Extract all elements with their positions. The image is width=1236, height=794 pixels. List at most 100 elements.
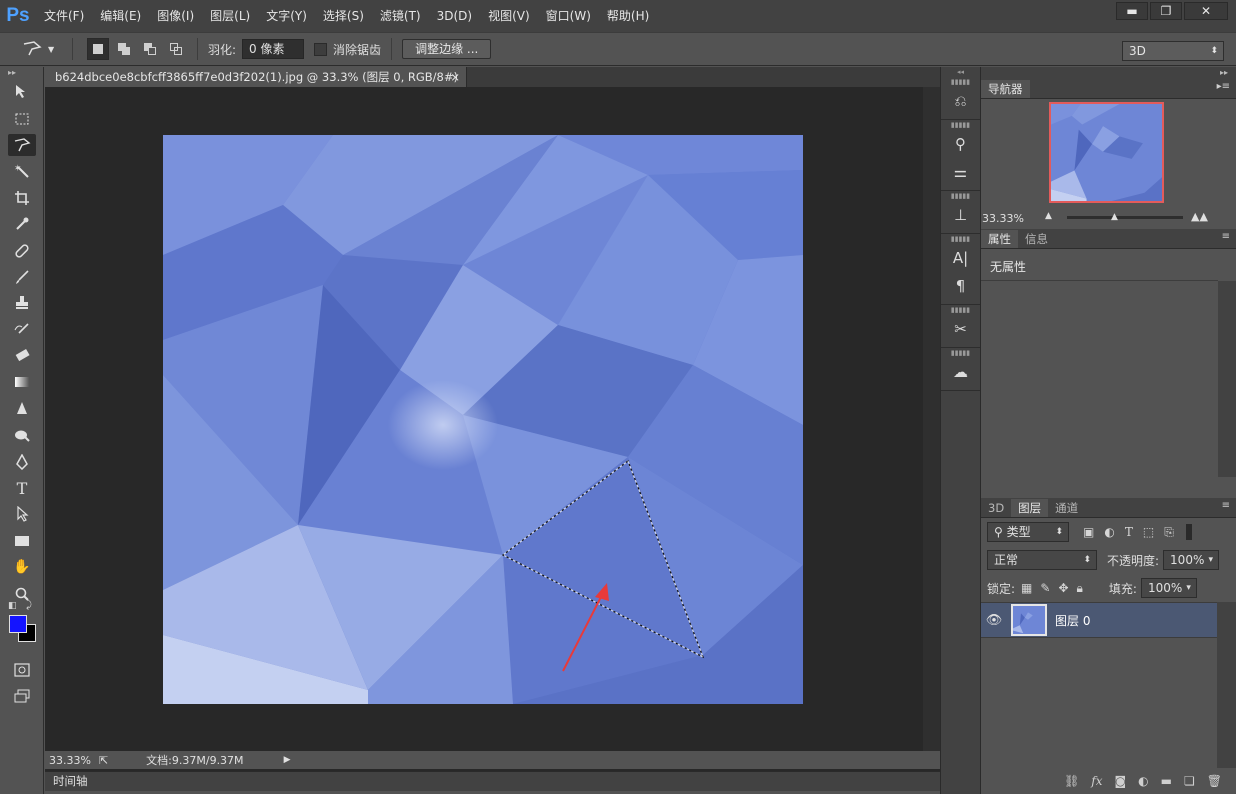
lasso-tool[interactable] <box>0 132 44 158</box>
intersect-selection-button[interactable] <box>165 38 187 60</box>
character-icon[interactable]: A| <box>941 244 980 272</box>
menu-type[interactable]: 文字(Y) <box>258 0 315 32</box>
new-group-icon[interactable]: ▬ <box>1161 774 1172 788</box>
menu-3d[interactable]: 3D(D) <box>429 0 480 32</box>
refine-edge-button[interactable]: 调整边缘 ... <box>402 39 492 59</box>
panel-grip-icon[interactable]: ▸▸ <box>0 67 43 79</box>
hand-tool[interactable]: ✋ <box>0 554 44 580</box>
add-mask-icon[interactable]: ◙ <box>1115 774 1127 788</box>
link-layers-icon[interactable]: ⛓ <box>1064 774 1079 788</box>
lock-position-icon[interactable]: ✥ <box>1058 581 1068 595</box>
tab-info[interactable]: 信息 <box>1018 230 1055 248</box>
close-button[interactable]: ✕ <box>1184 2 1228 20</box>
menu-select[interactable]: 选择(S) <box>315 0 372 32</box>
feather-input[interactable]: 0 像素 <box>242 39 305 59</box>
zoom-in-icon[interactable]: ▲▲ <box>1191 210 1208 223</box>
filter-shape-icon[interactable]: ⬚ <box>1143 525 1154 539</box>
blur-tool[interactable] <box>0 396 44 422</box>
navigator-zoom-slider[interactable] <box>1067 216 1183 219</box>
menu-layer[interactable]: 图层(L) <box>202 0 258 32</box>
maximize-button[interactable]: ❐ <box>1150 2 1182 20</box>
brush-presets-icon[interactable]: ⚲ <box>941 130 980 158</box>
adjustments-icon[interactable]: ⚌ <box>941 158 980 186</box>
filter-adjustment-icon[interactable]: ◐ <box>1104 525 1114 539</box>
menu-filter[interactable]: 滤镜(T) <box>372 0 429 32</box>
healing-brush-tool[interactable] <box>0 237 44 263</box>
lock-all-icon[interactable]: 🔒︎ <box>1077 581 1083 596</box>
export-icon[interactable]: ⇱ <box>99 754 108 767</box>
swap-colors-icon[interactable]: ⤸ <box>26 600 32 611</box>
move-tool[interactable] <box>0 79 44 105</box>
timeline-panel-tab[interactable]: 时间轴 <box>45 771 940 791</box>
layer-row[interactable]: 👁︎ 图层 0 <box>981 602 1217 638</box>
foreground-color[interactable] <box>9 614 27 633</box>
path-selection-tool[interactable] <box>0 501 44 527</box>
lock-transparent-icon[interactable]: ▦ <box>1021 581 1032 595</box>
tab-properties[interactable]: 属性 <box>981 230 1018 248</box>
dodge-tool[interactable] <box>0 422 44 448</box>
paragraph-icon[interactable]: ¶ <box>941 272 980 300</box>
document-tab[interactable]: b624dbce0e8cbfcff3865ff7e0d3f202(1).jpg … <box>45 67 467 104</box>
opacity-input[interactable]: 100% ▾ <box>1163 550 1220 570</box>
fill-input[interactable]: 100% ▾ <box>1140 578 1197 598</box>
brush-tool[interactable] <box>0 264 44 290</box>
tool-preset-picker[interactable]: ▼ <box>22 37 62 61</box>
new-selection-button[interactable] <box>87 38 109 60</box>
default-colors-icon[interactable]: ◧ <box>8 601 17 611</box>
panel-menu-icon[interactable]: ≡ <box>1222 231 1230 242</box>
close-tab-icon[interactable]: × <box>450 67 460 87</box>
type-tool[interactable]: T <box>0 475 44 501</box>
menu-file[interactable]: 文件(F) <box>36 0 92 32</box>
tab-layers[interactable]: 图层 <box>1011 499 1049 517</box>
gradient-tool[interactable] <box>0 369 44 395</box>
minimize-button[interactable]: ▬ <box>1116 2 1148 20</box>
menu-window[interactable]: 窗口(W) <box>538 0 599 32</box>
blend-mode-select[interactable]: 正常 ⬍ <box>987 550 1097 570</box>
pen-tool[interactable] <box>0 448 44 474</box>
layers-scrollbar[interactable] <box>1217 602 1236 768</box>
filter-pixel-icon[interactable]: ▣ <box>1083 525 1094 539</box>
quick-mask-button[interactable] <box>0 657 44 683</box>
menu-image[interactable]: 图像(I) <box>149 0 202 32</box>
tool-presets-icon[interactable]: ✂ <box>941 315 980 343</box>
zoom-out-icon[interactable]: ▲ <box>1045 211 1052 221</box>
clone-stamp-tool[interactable] <box>0 290 44 316</box>
filter-toggle[interactable] <box>1185 524 1192 540</box>
tab-channels[interactable]: 通道 <box>1048 499 1085 517</box>
tab-navigator[interactable]: 导航器 <box>981 80 1030 98</box>
layer-filter-select[interactable]: ⚲ 类型 ⬍ <box>987 522 1069 542</box>
new-adjustment-icon[interactable]: ◐ <box>1138 774 1148 788</box>
canvas-viewport[interactable] <box>45 87 923 751</box>
trash-icon[interactable]: 🗑︎ <box>1207 774 1222 788</box>
marquee-tool[interactable] <box>0 105 44 131</box>
crop-tool[interactable] <box>0 185 44 211</box>
menu-view[interactable]: 视图(V) <box>480 0 538 32</box>
vertical-scrollbar[interactable] <box>923 87 940 751</box>
workspace-select[interactable]: 3D ⬍ <box>1122 41 1224 61</box>
history-brush-tool[interactable] <box>0 317 44 343</box>
menu-help[interactable]: 帮助(H) <box>599 0 657 32</box>
filter-smart-object-icon[interactable]: ⎘ <box>1164 525 1174 540</box>
subtract-selection-button[interactable] <box>139 38 161 60</box>
eye-icon[interactable]: 👁︎ <box>981 613 1007 628</box>
clone-source-icon[interactable]: ⊥ <box>941 201 980 229</box>
new-layer-icon[interactable]: ❏ <box>1184 774 1195 788</box>
properties-scrollbar[interactable] <box>1218 281 1236 477</box>
play-arrow-icon[interactable]: ▶ <box>284 755 291 765</box>
zoom-slider-handle[interactable]: ▲ <box>1111 212 1118 222</box>
add-selection-button[interactable] <box>113 38 135 60</box>
zoom-level[interactable]: 33.33% <box>49 754 91 767</box>
menu-edit[interactable]: 编辑(E) <box>92 0 149 32</box>
creative-cloud-icon[interactable]: ☁ <box>941 358 980 386</box>
layer-name[interactable]: 图层 0 <box>1055 612 1090 629</box>
panel-menu-icon[interactable]: ▸≡ <box>1217 81 1230 92</box>
eraser-tool[interactable] <box>0 343 44 369</box>
eyedropper-tool[interactable] <box>0 211 44 237</box>
fx-icon[interactable]: fx <box>1091 774 1102 788</box>
strip-grip-icon[interactable]: ◂◂ <box>941 67 980 77</box>
zoom-tool[interactable] <box>0 580 44 606</box>
history-icon[interactable]: ⎌ <box>941 87 980 115</box>
magic-wand-tool[interactable]: ✶ <box>0 158 44 184</box>
panel-menu-icon[interactable]: ≡ <box>1222 500 1230 511</box>
rectangle-tool[interactable] <box>0 528 44 554</box>
